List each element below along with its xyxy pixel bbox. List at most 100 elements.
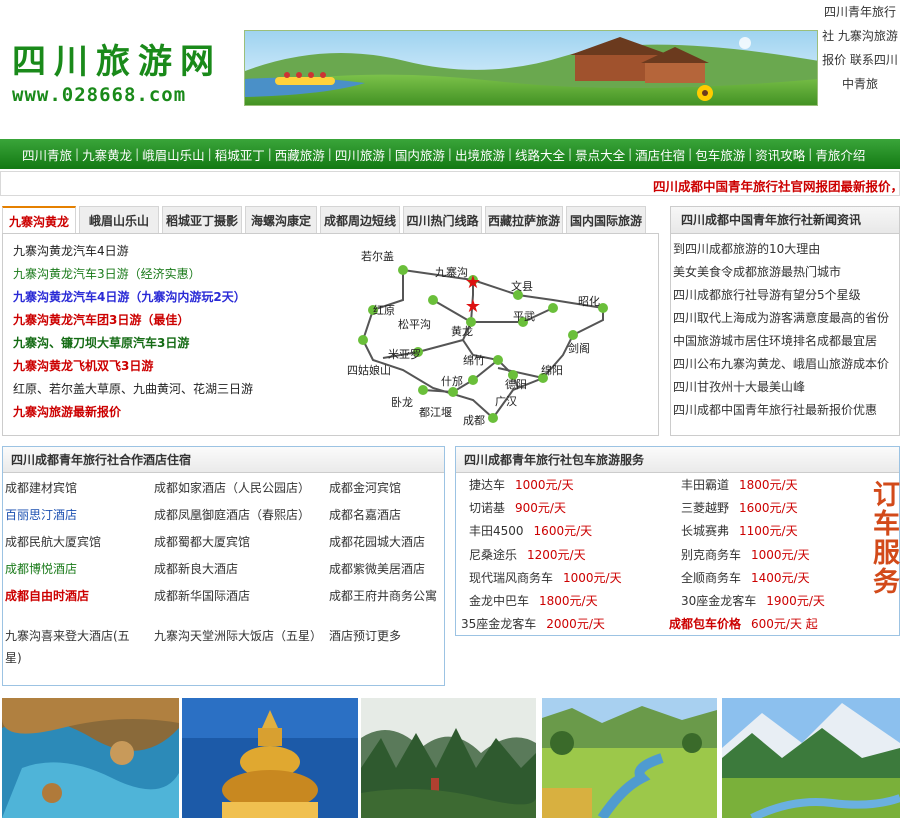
news-item[interactable]: 四川公布九寨沟黄龙、峨眉山旅游成本价 [673, 353, 899, 376]
car-name: 三菱越野 [681, 501, 730, 516]
map-city-dot [488, 413, 498, 423]
nav-item[interactable]: 线路大全 [515, 145, 565, 164]
route-item[interactable]: 九寨沟、镰刀坝大草原汽车3日游 [13, 332, 253, 355]
nav-item[interactable]: 西藏旅游 [275, 145, 325, 164]
site-logo-title[interactable]: 四川旅游网 [12, 34, 222, 83]
tab-route[interactable]: 稻城亚丁摄影 [162, 206, 242, 234]
photo-jiuzhai-lake[interactable] [2, 698, 179, 818]
map-label: 九寨沟 [435, 265, 468, 279]
hotel-item[interactable]: 成都金河宾馆 [329, 477, 437, 499]
car-price: 1100元/天 [739, 524, 798, 539]
car-name: 切诺基 [469, 501, 506, 516]
photo-snow-valley[interactable] [722, 698, 900, 818]
map-label: 卧龙 [391, 396, 413, 409]
hotel-item[interactable]: 成都如家酒店（人民公园店） [154, 477, 324, 499]
car-rental-item[interactable]: 别克商务车 1000元/天 [681, 544, 810, 566]
route-item[interactable]: 红原、若尔盖大草原、九曲黄河、花湖三日游 [13, 378, 253, 401]
nav-item[interactable]: 四川青旅 [22, 145, 72, 164]
route-item[interactable]: 九寨沟黄龙汽车4日游（九寨沟内游玩2天） [13, 286, 253, 309]
tab-route[interactable]: 四川热门线路 [403, 206, 482, 234]
car-rental-item[interactable]: 金龙中巴车 1800元/天 [469, 590, 598, 612]
nav-item[interactable]: 景点大全 [575, 145, 625, 164]
tab-route[interactable]: 国内国际旅游 [566, 206, 646, 234]
hotel-item[interactable]: 成都蜀都大厦宾馆 [154, 531, 324, 553]
hotel-item[interactable]: 成都王府井商务公寓 [329, 585, 437, 607]
car-rental-item[interactable]: 长城赛弗 1100元/天 [681, 520, 798, 542]
car-rental-item[interactable]: 丰田霸道 1800元/天 [681, 474, 798, 496]
hotel-item[interactable]: 成都民航大厦宾馆 [5, 531, 145, 553]
tab-route[interactable]: 西藏拉萨旅游 [485, 206, 563, 234]
car-booking-label[interactable]: 订车服务 [864, 480, 900, 596]
car-name: 尼桑途乐 [469, 547, 518, 562]
nav-item[interactable]: 稻城亚丁 [215, 145, 265, 164]
car-rental-item[interactable]: 全顺商务车 1400元/天 [681, 567, 810, 589]
map-label: 德阳 [505, 377, 527, 391]
car-name: 捷达车 [469, 478, 506, 492]
route-item[interactable]: 九寨沟黄龙汽车4日游 [13, 240, 253, 263]
tab-route[interactable]: 海螺沟康定 [245, 206, 317, 234]
route-item[interactable]: 九寨沟黄龙汽车3日游（经济实惠） [13, 263, 253, 286]
hotel-item[interactable]: 百丽思汀酒店 [5, 504, 145, 526]
route-item[interactable]: 九寨沟黄龙汽车团3日游（最佳） [13, 309, 253, 332]
nav-item[interactable]: 包车旅游 [695, 145, 745, 164]
photo-emei-buddha[interactable] [182, 698, 358, 818]
news-item[interactable]: 到四川成都旅游的10大理由 [673, 238, 899, 261]
route-item[interactable]: 九寨沟黄龙飞机双飞3日游 [13, 355, 253, 378]
hotel-item[interactable]: 成都名嘉酒店 [329, 504, 437, 526]
news-item[interactable]: 美女美食令成都旅游最热门城市 [673, 261, 899, 284]
news-item[interactable]: 四川取代上海成为游客满意度最高的省份 [673, 307, 899, 330]
car-rental-item[interactable]: 三菱越野 1600元/天 [681, 497, 798, 519]
nav-item[interactable]: 酒店住宿 [635, 145, 685, 164]
hotel-item[interactable]: 成都自由时酒店 [5, 585, 145, 607]
tab-route[interactable]: 峨眉山乐山 [79, 206, 159, 234]
news-item[interactable]: 四川成都旅行社导游有望分5个星级 [673, 284, 899, 307]
site-logo-url[interactable]: www.028668.com [12, 84, 186, 106]
car-rental-item[interactable]: 捷达车 1000元/天 [469, 474, 574, 496]
hotel-item[interactable]: 酒店预订更多 [329, 625, 437, 647]
photo-river-meadow[interactable] [542, 698, 717, 818]
hotel-item[interactable]: 九寨沟喜来登大酒店(五星) [5, 625, 145, 669]
car-rental-item[interactable]: 30座金龙客车 1900元/天 [681, 590, 825, 612]
car-name: 35座金龙客车 [461, 617, 537, 632]
marquee-text[interactable]: 四川成都中国青年旅行社官网报团最新报价， [653, 176, 899, 195]
nav-separator: | [267, 147, 272, 161]
hotel-item[interactable]: 成都凤凰御庭酒店（春熙店） [154, 504, 324, 526]
nav-item[interactable]: 峨眉山乐山 [142, 145, 205, 164]
nav-item[interactable]: 资讯攻略 [755, 145, 805, 164]
car-rental-item[interactable]: 切诺基 900元/天 [469, 497, 566, 519]
route-item[interactable]: 九寨沟旅游最新报价 [13, 401, 253, 424]
car-name: 全顺商务车 [681, 570, 742, 585]
hotel-item[interactable]: 成都紫微美居酒店 [329, 558, 437, 580]
car-rental-item[interactable]: 现代瑞风商务车 1000元/天 [469, 567, 622, 589]
car-rental-item[interactable]: 35座金龙客车 2000元/天 [461, 613, 605, 635]
news-item[interactable]: 四川甘孜州十大最美山峰 [673, 376, 899, 399]
nav-separator: | [748, 147, 753, 161]
nav-item[interactable]: 青旅介绍 [815, 145, 865, 164]
photo-misty-mountain[interactable] [361, 698, 536, 818]
nav-separator: | [628, 147, 633, 161]
car-price: 1600元/天 [533, 524, 593, 539]
hotel-item[interactable]: 成都博悦酒店 [5, 558, 145, 580]
map-label: 昭化 [578, 294, 600, 308]
map-city-dot [358, 335, 368, 345]
news-item[interactable]: 四川成都中国青年旅行社最新报价优惠 [673, 399, 899, 422]
car-rental-item[interactable]: 尼桑途乐 1200元/天 [469, 544, 586, 566]
nav-item[interactable]: 四川旅游 [335, 145, 385, 164]
nav-item[interactable]: 九寨黄龙 [82, 145, 132, 164]
news-item[interactable]: 中国旅游城市居住环境排名成都最宜居 [673, 330, 899, 353]
nav-separator: | [387, 147, 392, 161]
car-price: 1800元/天 [539, 594, 598, 608]
tab-route[interactable]: 九寨沟黄龙 [2, 206, 76, 234]
nav-item[interactable]: 国内旅游 [395, 145, 445, 164]
hotel-item[interactable]: 成都新良大酒店 [154, 558, 324, 580]
car-rental-item[interactable]: 成都包车价格 600元/天 起 [669, 613, 818, 635]
car-rental-item[interactable]: 丰田4500 1600元/天 [469, 520, 592, 542]
map-city-dot [418, 385, 428, 395]
tab-route[interactable]: 成都周边短线 [320, 206, 400, 234]
hotel-item[interactable]: 成都建材宾馆 [5, 477, 145, 499]
hotel-item[interactable]: 九寨沟天堂洲际大饭店（五星） [154, 625, 324, 647]
hotel-item[interactable]: 成都新华国际酒店 [154, 585, 324, 607]
nav-item[interactable]: 出境旅游 [455, 145, 505, 164]
hotel-item[interactable]: 成都花园城大酒店 [329, 531, 437, 553]
top-link-contact[interactable]: 联系四川中青旅 [842, 53, 898, 91]
